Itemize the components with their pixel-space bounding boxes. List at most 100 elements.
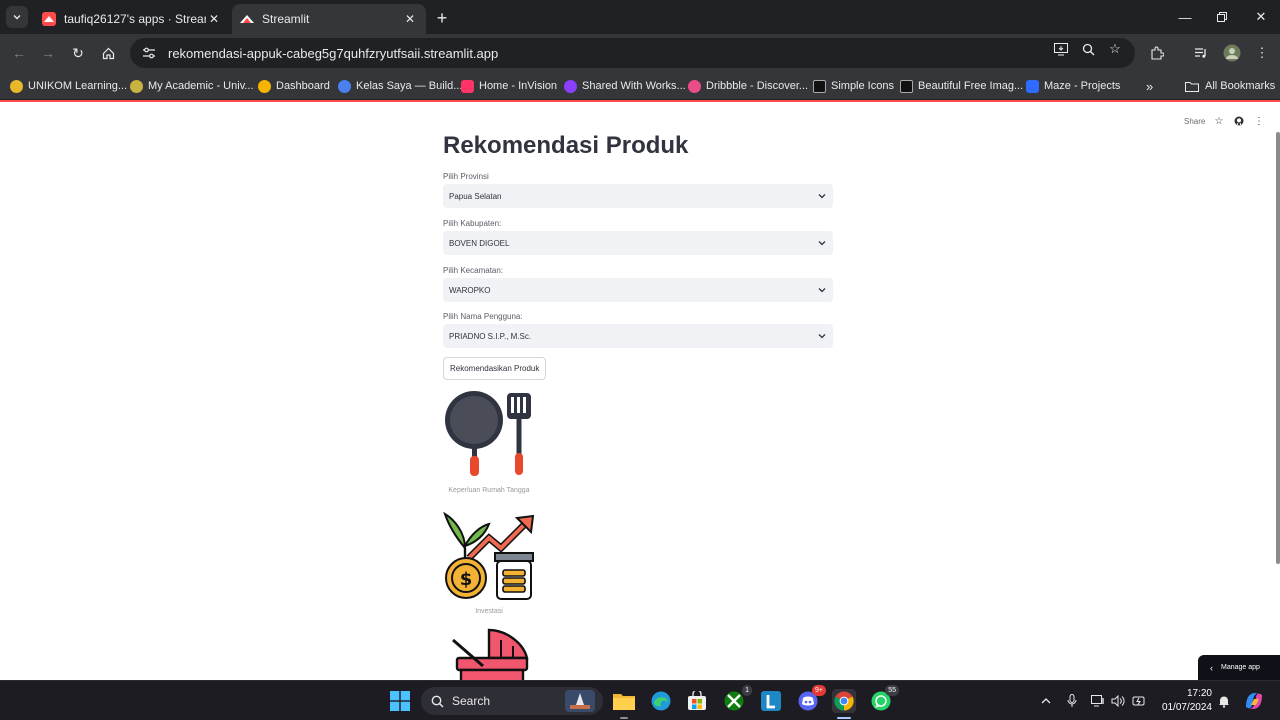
copilot-icon[interactable] xyxy=(1242,689,1266,713)
microphone-icon[interactable] xyxy=(1064,693,1080,709)
url-text: rekomendasi-appuk-cabeg5g7quhfzryutfsaii… xyxy=(168,45,499,61)
bookmark-item[interactable]: Home - InVision xyxy=(461,77,557,95)
regency-value: BOVEN DIGOEL xyxy=(449,238,510,248)
google-analytics-icon xyxy=(258,79,271,93)
minimize-icon[interactable]: — xyxy=(1166,0,1204,34)
svg-text:$: $ xyxy=(460,569,473,590)
tab-search-button[interactable] xyxy=(6,6,28,28)
notification-bell-icon[interactable] xyxy=(1216,693,1232,709)
github-icon[interactable] xyxy=(1232,114,1246,128)
extensions-icon[interactable] xyxy=(1146,42,1168,64)
product-caption: Investasi xyxy=(475,608,503,615)
close-icon[interactable]: ✕ xyxy=(402,11,418,27)
zoom-icon[interactable] xyxy=(1079,40,1097,58)
bookmark-item[interactable]: Beautiful Free Imag... xyxy=(900,77,1023,95)
chrome-icon[interactable] xyxy=(832,689,856,719)
system-clock[interactable]: 17:20 01/07/2024 xyxy=(1156,687,1212,715)
windows-taskbar: Search 1 9+ 55 17:20 01/07/2024 xyxy=(0,680,1280,720)
baby-stroller-icon xyxy=(452,628,529,680)
streamlit-favicon-icon xyxy=(240,12,254,26)
manage-app-button[interactable]: ‹ Manage app xyxy=(1198,655,1280,680)
reload-icon[interactable]: ↻ xyxy=(66,41,90,65)
new-tab-plus-icon[interactable]: + xyxy=(432,8,452,28)
whatsapp-icon[interactable]: 55 xyxy=(869,685,899,713)
manage-app-label: Manage app xyxy=(1221,664,1260,671)
clock-date: 01/07/2024 xyxy=(1161,702,1212,713)
chevron-down-icon xyxy=(817,331,827,341)
forward-arrow-icon[interactable]: → xyxy=(36,41,60,65)
star-icon[interactable]: ☆ xyxy=(1212,114,1226,128)
search-highlight-icon xyxy=(565,690,595,712)
volume-icon[interactable] xyxy=(1110,693,1126,709)
discord-icon[interactable]: 9+ xyxy=(796,685,826,713)
restore-window-icon[interactable] xyxy=(1203,0,1241,34)
bookmark-item[interactable]: UNIKOM Learning... xyxy=(10,77,127,95)
invision-icon xyxy=(461,79,474,93)
bookmarks-overflow-icon[interactable]: » xyxy=(1146,77,1153,95)
taskbar-search-box[interactable]: Search xyxy=(421,687,603,715)
investment-growth-icon: $ xyxy=(443,511,535,600)
shared-workspace-icon xyxy=(564,79,577,93)
bookmark-item[interactable]: Kelas Saya — Build... xyxy=(338,77,462,95)
bookmark-label: Simple Icons xyxy=(831,80,894,92)
profile-avatar-icon[interactable] xyxy=(1221,42,1243,64)
chevron-down-icon xyxy=(13,15,21,20)
province-value: Papua Selatan xyxy=(449,191,502,201)
username-select[interactable]: PRIADNO S.I.P., M.Sc. xyxy=(443,324,833,348)
share-button[interactable]: Share xyxy=(1184,114,1205,128)
notification-badge: 9+ xyxy=(812,685,826,696)
bookmark-item[interactable]: Dribbble - Discover... xyxy=(688,77,808,95)
province-label: Pilih Provinsi xyxy=(443,172,489,181)
regency-select[interactable]: BOVEN DIGOEL xyxy=(443,231,833,255)
notification-badge: 1 xyxy=(742,685,752,696)
more-menu-icon[interactable]: ⋮ xyxy=(1251,42,1273,64)
bookmark-item[interactable]: Maze - Projects xyxy=(1026,77,1120,95)
microsoft-store-icon[interactable] xyxy=(685,689,709,713)
bookmark-label: Kelas Saya — Build... xyxy=(356,80,463,92)
bookmark-item[interactable]: Shared With Works... xyxy=(564,77,686,95)
share-label: Share xyxy=(1184,116,1206,126)
tab-streamlit-apps[interactable]: taufiq26127's apps · Streamlit ✕ xyxy=(34,4,230,34)
all-bookmarks-folder[interactable]: All Bookmarks xyxy=(1185,77,1275,95)
all-bookmarks-label: All Bookmarks xyxy=(1205,80,1276,92)
home-icon[interactable] xyxy=(96,41,120,65)
show-hidden-icons-icon[interactable] xyxy=(1038,693,1054,709)
lark-l-icon[interactable] xyxy=(759,689,783,713)
streamlit-favicon-icon xyxy=(42,12,56,26)
bookmark-label: Beautiful Free Imag... xyxy=(918,80,1024,92)
edge-browser-icon[interactable] xyxy=(649,689,673,713)
bookmark-item[interactable]: My Academic - Univ... xyxy=(130,77,254,95)
page-title: Rekomendasi Produk xyxy=(443,132,689,159)
recommend-products-button[interactable]: Rekomendasikan Produk xyxy=(443,357,547,380)
bookmark-item[interactable]: Dashboard xyxy=(258,77,330,95)
tab-title: taufiq26127's apps · Streamlit xyxy=(64,12,206,26)
district-select[interactable]: WAROPKO xyxy=(443,278,833,302)
page-scrollbar[interactable] xyxy=(1276,132,1280,564)
file-explorer-icon[interactable] xyxy=(612,689,636,719)
battery-icon[interactable] xyxy=(1131,693,1147,709)
site-settings-icon[interactable] xyxy=(140,44,158,62)
bookmark-label: Shared With Works... xyxy=(582,80,686,92)
xbox-icon[interactable]: 1 xyxy=(722,685,752,713)
more-vertical-icon[interactable]: ⋮ xyxy=(1252,114,1266,128)
back-arrow-icon[interactable]: ← xyxy=(7,41,31,65)
tab-streamlit[interactable]: Streamlit ✕ xyxy=(232,4,426,34)
address-bar[interactable]: rekomendasi-appuk-cabeg5g7quhfzryutfsaii… xyxy=(130,38,1135,68)
close-window-icon[interactable]: ✕ xyxy=(1242,0,1280,34)
dribbble-icon xyxy=(688,79,701,93)
windows-start-icon[interactable] xyxy=(388,689,412,713)
media-controls-icon[interactable] xyxy=(1190,42,1212,64)
province-select[interactable]: Papua Selatan xyxy=(443,184,833,208)
bookmark-label: Maze - Projects xyxy=(1044,80,1121,92)
browser-toolbar: ← → ↻ rekomendasi-appuk-cabeg5g7quhfzryu… xyxy=(0,34,1280,72)
maze-icon xyxy=(1026,79,1039,93)
close-icon[interactable]: ✕ xyxy=(206,11,222,27)
bookmark-item[interactable]: Simple Icons xyxy=(813,77,894,95)
network-icon[interactable] xyxy=(1090,693,1106,709)
chevron-down-icon xyxy=(817,238,827,248)
install-app-icon[interactable] xyxy=(1052,40,1070,58)
bookmark-star-icon[interactable]: ☆ xyxy=(1106,40,1124,58)
frying-pan-spatula-icon xyxy=(445,391,531,476)
bookmark-label: UNIKOM Learning... xyxy=(28,80,128,92)
unikom-icon xyxy=(10,79,23,93)
